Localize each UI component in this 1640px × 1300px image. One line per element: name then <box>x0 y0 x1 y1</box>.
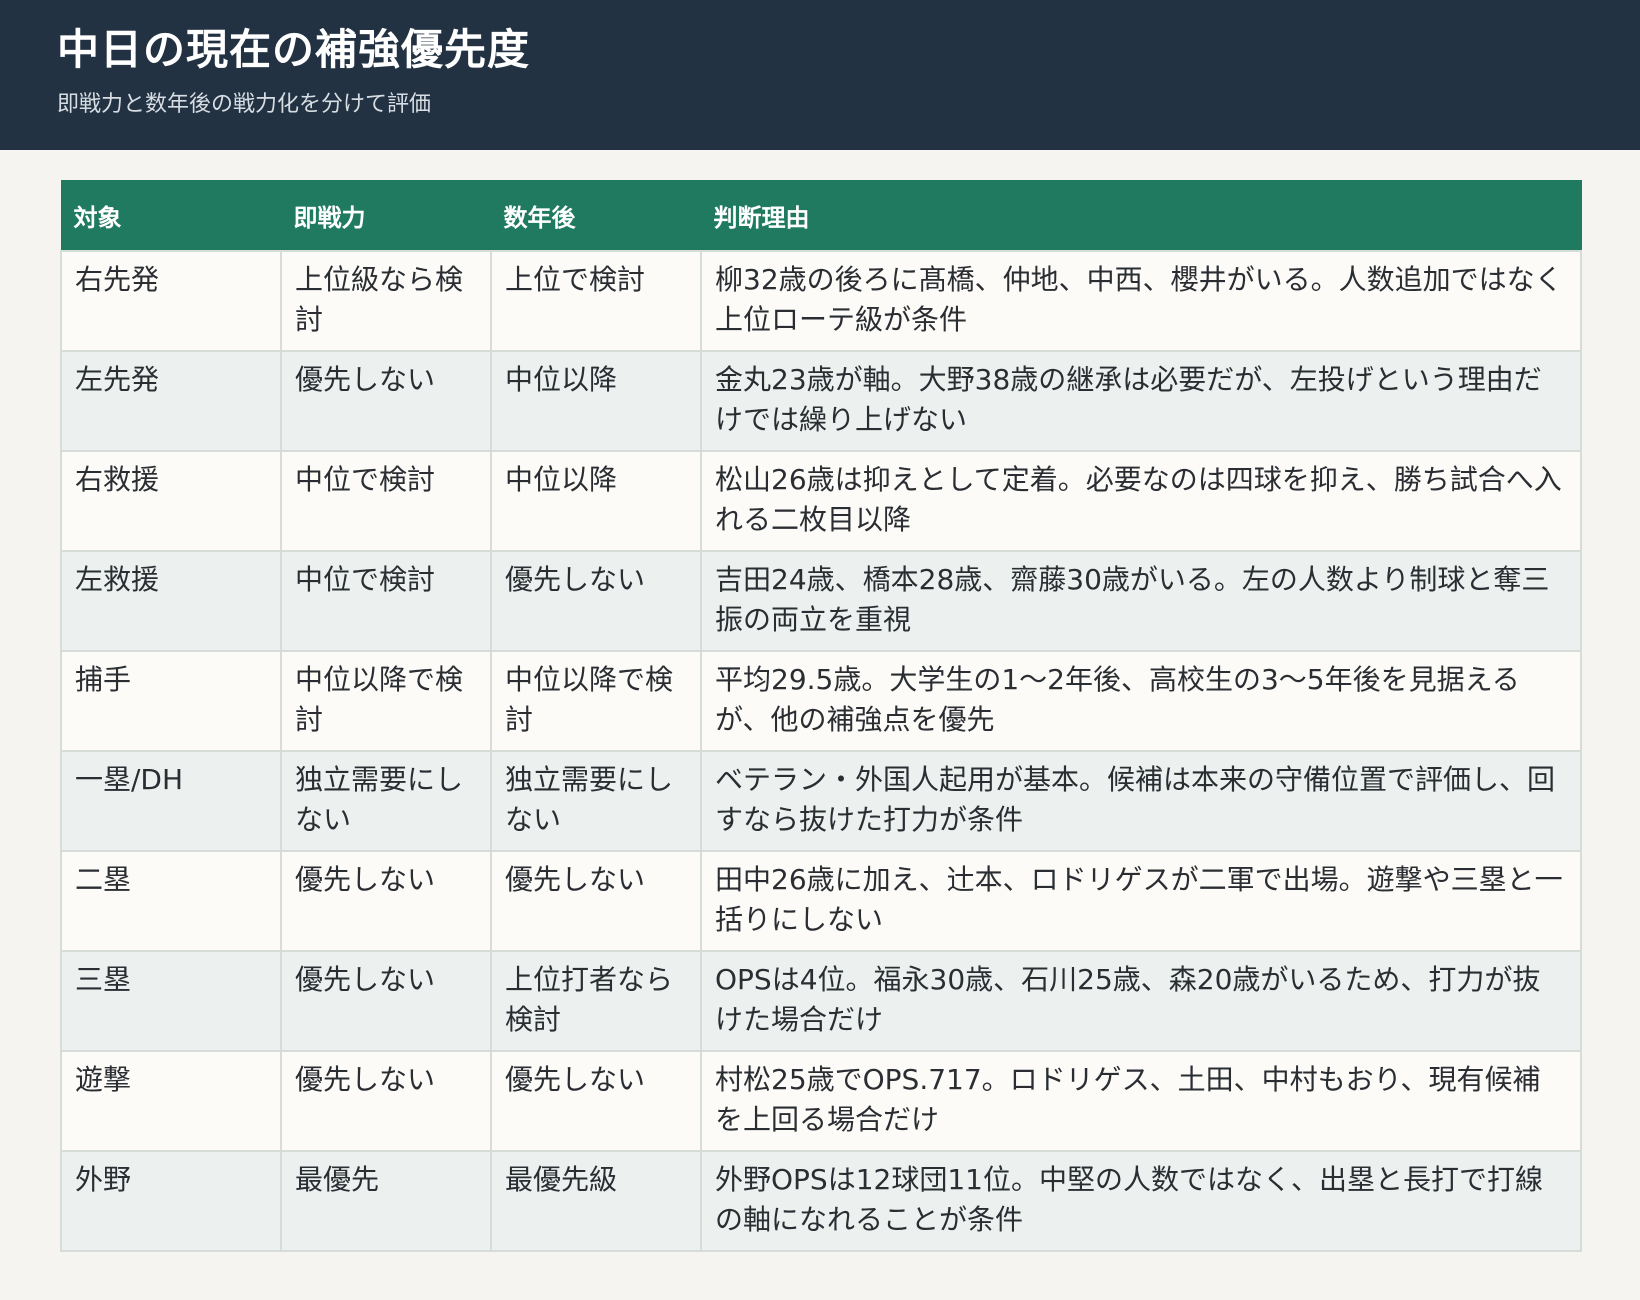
cell-target: 捕手 <box>60 649 282 752</box>
page-subtitle: 即戦力と数年後の戦力化を分けて評価 <box>57 92 432 117</box>
cell-reason: 柳32歳の後ろに髙橋、仲地、中西、櫻井がいる。人数追加ではなく上位ローテ級が条件 <box>700 249 1582 352</box>
cell-reason: 吉田24歳、橋本28歳、齋藤30歳がいる。左の人数より制球と奪三振の両立を重視 <box>700 549 1582 652</box>
table-row: 遊撃 優先しない 優先しない 村松25歳でOPS.717。ロドリゲス、土田、中村… <box>60 1049 1582 1152</box>
cell-future: 中位以降 <box>490 349 702 452</box>
cell-reason: 村松25歳でOPS.717。ロドリゲス、土田、中村もおり、現有候補を上回る場合だ… <box>700 1049 1582 1152</box>
table-row: 外野 最優先 最優先級 外野OPSは12球団11位。中堅の人数ではなく、出塁と長… <box>60 1149 1582 1252</box>
column-header-reason: 判断理由 <box>700 180 1582 251</box>
cell-reason: OPSは4位。福永30歳、石川25歳、森20歳がいるため、打力が抜けた場合だけ <box>700 949 1582 1052</box>
table-header-row: 対象 即戦力 数年後 判断理由 <box>60 180 1582 251</box>
cell-immediate: 最優先 <box>280 1149 492 1252</box>
cell-future: 最優先級 <box>490 1149 702 1252</box>
cell-reason: 外野OPSは12球団11位。中堅の人数ではなく、出塁と長打で打線の軸になれること… <box>700 1149 1582 1252</box>
table-row: 右救援 中位で検討 中位以降 松山26歳は抑えとして定着。必要なのは四球を抑え、… <box>60 449 1582 552</box>
cell-future: 上位で検討 <box>490 249 702 352</box>
cell-reason: 金丸23歳が軸。大野38歳の継承は必要だが、左投げという理由だけでは繰り上げない <box>700 349 1582 452</box>
cell-future: 中位以降 <box>490 449 702 552</box>
cell-target: 右救援 <box>60 449 282 552</box>
table-row: 二塁 優先しない 優先しない 田中26歳に加え、辻本、ロドリゲスが二軍で出場。遊… <box>60 849 1582 952</box>
table-row: 三塁 優先しない 上位打者なら検討 OPSは4位。福永30歳、石川25歳、森20… <box>60 949 1582 1052</box>
cell-reason: 田中26歳に加え、辻本、ロドリゲスが二軍で出場。遊撃や三塁と一括りにしない <box>700 849 1582 952</box>
cell-immediate: 独立需要にしない <box>280 749 492 852</box>
cell-immediate: 中位で検討 <box>280 449 492 552</box>
cell-reason: ベテラン・外国人起用が基本。候補は本来の守備位置で評価し、回すなら抜けた打力が条… <box>700 749 1582 852</box>
column-header-target: 対象 <box>60 180 282 251</box>
cell-future: 上位打者なら検討 <box>490 949 702 1052</box>
cell-target: 外野 <box>60 1149 282 1252</box>
cell-future: 独立需要にしない <box>490 749 702 852</box>
table-row: 左救援 中位で検討 優先しない 吉田24歳、橋本28歳、齋藤30歳がいる。左の人… <box>60 549 1582 652</box>
cell-target: 左救援 <box>60 549 282 652</box>
cell-future: 優先しない <box>490 1049 702 1152</box>
cell-reason: 松山26歳は抑えとして定着。必要なのは四球を抑え、勝ち試合へ入れる二枚目以降 <box>700 449 1582 552</box>
cell-immediate: 優先しない <box>280 1049 492 1152</box>
cell-future: 優先しない <box>490 549 702 652</box>
cell-reason: 平均29.5歳。大学生の1〜2年後、高校生の3〜5年後を見据えるが、他の補強点を… <box>700 649 1582 752</box>
priority-table-container: 対象 即戦力 数年後 判断理由 右先発 上位級なら検討 上位で検討 柳32歳の後… <box>60 180 1582 1252</box>
page-header: 中日の現在の補強優先度 即戦力と数年後の戦力化を分けて評価 <box>0 0 1640 150</box>
priority-table: 対象 即戦力 数年後 判断理由 右先発 上位級なら検討 上位で検討 柳32歳の後… <box>60 180 1582 1252</box>
table-row: 捕手 中位以降で検討 中位以降で検討 平均29.5歳。大学生の1〜2年後、高校生… <box>60 649 1582 752</box>
cell-target: 一塁/DH <box>60 749 282 852</box>
cell-immediate: 優先しない <box>280 349 492 452</box>
table-row: 一塁/DH 独立需要にしない 独立需要にしない ベテラン・外国人起用が基本。候補… <box>60 749 1582 852</box>
column-header-future: 数年後 <box>490 180 702 251</box>
table-row: 左先発 優先しない 中位以降 金丸23歳が軸。大野38歳の継承は必要だが、左投げ… <box>60 349 1582 452</box>
cell-immediate: 中位以降で検討 <box>280 649 492 752</box>
cell-target: 二塁 <box>60 849 282 952</box>
page-title: 中日の現在の補強優先度 <box>57 25 531 74</box>
cell-future: 中位以降で検討 <box>490 649 702 752</box>
cell-future: 優先しない <box>490 849 702 952</box>
cell-target: 左先発 <box>60 349 282 452</box>
cell-target: 遊撃 <box>60 1049 282 1152</box>
table-row: 右先発 上位級なら検討 上位で検討 柳32歳の後ろに髙橋、仲地、中西、櫻井がいる… <box>60 249 1582 352</box>
cell-target: 三塁 <box>60 949 282 1052</box>
column-header-immediate: 即戦力 <box>280 180 492 251</box>
cell-immediate: 優先しない <box>280 849 492 952</box>
cell-target: 右先発 <box>60 249 282 352</box>
cell-immediate: 中位で検討 <box>280 549 492 652</box>
cell-immediate: 上位級なら検討 <box>280 249 492 352</box>
cell-immediate: 優先しない <box>280 949 492 1052</box>
